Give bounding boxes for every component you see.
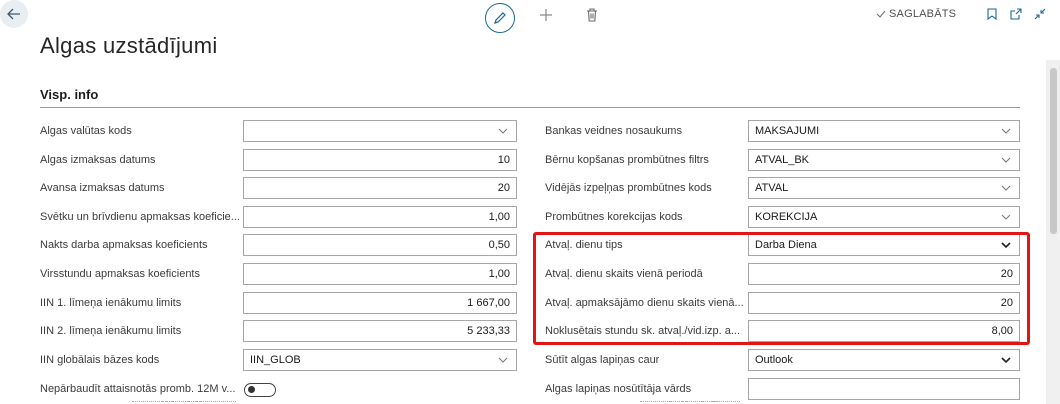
- field-row: IIN 2. līmeņa ienākumu limits: [40, 320, 181, 342]
- field-label: Sūtīt algas lapiņas caur: [545, 354, 660, 366]
- field-value: ATVAL: [755, 182, 789, 194]
- field-row: Algas izmaksas datums: [40, 149, 156, 171]
- field-value: 1,00: [488, 211, 510, 223]
- section-title[interactable]: Visp. info: [40, 87, 98, 102]
- field-label: Virsstundu apmaksas koeficients: [40, 268, 200, 280]
- field-value: 1,00: [488, 268, 510, 280]
- absence-correction-code-select[interactable]: KOREKCIJA: [748, 206, 1020, 228]
- currency-code-select[interactable]: [243, 120, 517, 142]
- field-label: Bankas veidnes nosaukums: [545, 125, 682, 137]
- field-value: MAKSAJUMI: [755, 125, 820, 137]
- payslip-sender-name-input[interactable]: [748, 378, 1020, 400]
- window-actions: [986, 7, 1046, 21]
- back-button[interactable]: [0, 0, 28, 28]
- salary-payment-date-input[interactable]: 10: [243, 149, 517, 171]
- field-value: 1 667,00: [467, 297, 510, 309]
- field-row: Nakts darba apmaksas koeficients: [40, 234, 208, 256]
- chevron-down-icon: [1001, 357, 1011, 364]
- new-button[interactable]: [536, 5, 556, 25]
- saved-status: SAGLABĀTS: [876, 8, 956, 20]
- chevron-down-icon: [498, 357, 508, 363]
- field-row: IIN 1. līmeņa ienākumu limits: [40, 292, 181, 314]
- field-value: KOREKCIJA: [755, 211, 818, 223]
- page-title: Algas uzstādījumi: [40, 33, 218, 58]
- holiday-coefficient-input[interactable]: 1,00: [243, 206, 517, 228]
- field-label: Vidējās izpeļņas prombūtnes kods: [545, 182, 712, 194]
- chevron-down-icon: [1001, 185, 1011, 191]
- field-row: Virsstundu apmaksas koeficients: [40, 263, 200, 285]
- overtime-coefficient-input[interactable]: 1,00: [243, 263, 517, 285]
- dot-leader: [714, 391, 740, 402]
- open-new-window-icon: [1010, 8, 1022, 20]
- open-new-window-button[interactable]: [1010, 7, 1022, 21]
- pit-level2-limit-input[interactable]: 5 233,33: [243, 320, 517, 342]
- field-label: IIN globālais bāzes kods: [40, 354, 160, 366]
- collapse-icon: [1034, 8, 1046, 20]
- arrow-left-icon: [7, 8, 20, 20]
- edit-button[interactable]: [485, 3, 515, 33]
- highlight-box: [533, 232, 1030, 345]
- pencil-icon: [494, 12, 506, 24]
- field-row: IIN globālais bāzes kods: [40, 349, 159, 371]
- field-row: Nepārbaudīt attaisnotās promb. 12M v...: [40, 378, 235, 400]
- field-label: Avansa izmaksas datums: [40, 182, 165, 194]
- field-label: Algas valūtas kods: [40, 125, 132, 137]
- field-value: 5 233,33: [467, 325, 510, 337]
- skip-absence-check-toggle[interactable]: [244, 383, 276, 397]
- field-label: Algas izmaksas datums: [40, 154, 156, 166]
- field-label: IIN 2. līmeņa ienākumu limits: [40, 325, 182, 337]
- chevron-down-icon: [1001, 157, 1011, 163]
- pit-level1-limit-input[interactable]: 1 667,00: [243, 292, 517, 314]
- field-value: IIN_GLOB: [250, 354, 301, 366]
- average-earnings-absence-code-select[interactable]: ATVAL: [748, 177, 1020, 199]
- field-value: 20: [497, 182, 510, 194]
- field-label: Bērnu kopšanas prombūtnes filtrs: [545, 154, 709, 166]
- field-row: Avansa izmaksas datums: [40, 177, 165, 199]
- field-row: Svētku un brīvdienu apmaksas koeficie...: [40, 206, 240, 228]
- scrollbar-thumb[interactable]: [1050, 68, 1057, 234]
- field-value: 0,50: [488, 239, 510, 251]
- field-label: Prombūtnes korekcijas kods: [545, 211, 683, 223]
- pit-global-base-code-select[interactable]: IIN_GLOB: [243, 349, 517, 371]
- section-divider: [40, 107, 1020, 108]
- chevron-down-icon: [498, 128, 508, 134]
- bookmark-icon: [987, 8, 997, 20]
- childcare-absence-filter-select[interactable]: ATVAL_BK: [748, 149, 1020, 171]
- field-label: Algas lapiņas nosūtītāja vārds: [545, 383, 692, 395]
- field-row: Sūtīt algas lapiņas caur: [545, 349, 659, 371]
- field-row: Bērnu kopšanas prombūtnes filtrs: [545, 149, 709, 171]
- bookmark-button[interactable]: [986, 7, 998, 21]
- field-row: Vidējās izpeļņas prombūtnes kods: [545, 177, 712, 199]
- checkmark-icon: [876, 10, 886, 18]
- field-label: Nepārbaudīt attaisnotās promb. 12M v...: [40, 383, 236, 395]
- collapse-button[interactable]: [1034, 7, 1046, 21]
- payslip-send-via-dropdown[interactable]: Outlook: [748, 349, 1020, 371]
- field-label: Nakts darba apmaksas koeficients: [40, 239, 208, 251]
- advance-payment-date-input[interactable]: 20: [243, 177, 517, 199]
- trash-icon: [587, 8, 597, 22]
- chevron-down-icon: [1001, 128, 1011, 134]
- field-value: ATVAL_BK: [755, 154, 810, 166]
- field-row: Algas valūtas kods: [40, 120, 132, 142]
- field-row: Prombūtnes korekcijas kods: [545, 206, 683, 228]
- field-row: Algas lapiņas nosūtītāja vārds: [545, 378, 691, 400]
- toolbar: SAGLABĀTS: [0, 0, 1060, 33]
- field-value: 10: [497, 154, 510, 166]
- delete-button[interactable]: [584, 6, 600, 24]
- plus-icon: [540, 9, 552, 21]
- night-work-coefficient-input[interactable]: 0,50: [243, 234, 517, 256]
- bank-template-select[interactable]: MAKSAJUMI: [748, 120, 1020, 142]
- toggle-knob: [248, 386, 255, 393]
- field-label: IIN 1. līmeņa ienākumu limits: [40, 297, 182, 309]
- saved-label: SAGLABĀTS: [889, 8, 957, 20]
- field-value: Outlook: [755, 354, 793, 366]
- field-row: Bankas veidnes nosaukums: [545, 120, 682, 142]
- chevron-down-icon: [1001, 214, 1011, 220]
- field-label: Svētku un brīvdienu apmaksas koeficie...: [40, 211, 240, 223]
